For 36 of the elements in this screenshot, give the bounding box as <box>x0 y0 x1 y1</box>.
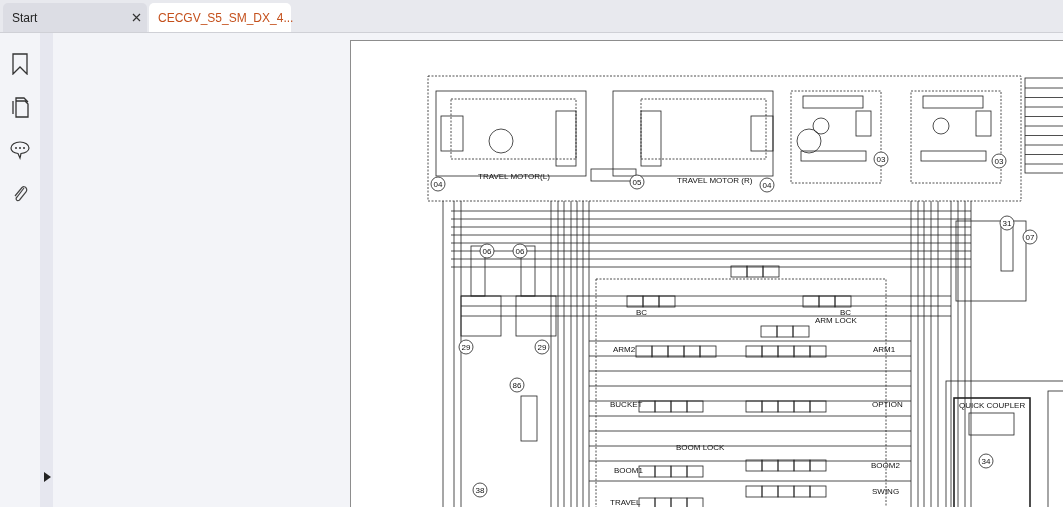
part-number-callout: 06 <box>512 243 528 259</box>
valve-label: ARM LOCK <box>815 316 857 325</box>
part-number-callout: 03 <box>991 153 1007 169</box>
part-number-callout: 34 <box>978 453 994 469</box>
comments-icon[interactable] <box>10 140 30 160</box>
part-number-callout: 04 <box>430 176 446 192</box>
part-number-callout: 07 <box>1022 229 1038 245</box>
valve-label: ARM2 <box>613 345 636 354</box>
part-number-callout: 86 <box>509 377 525 393</box>
part-number-callout: 38 <box>472 482 488 498</box>
part-number-callout: 29 <box>534 339 550 355</box>
document-tab[interactable]: Start <box>3 3 147 32</box>
part-number-callout: 03 <box>873 151 889 167</box>
part-number-callout: 05 <box>629 174 645 190</box>
close-icon[interactable] <box>132 13 141 22</box>
valve-label: BOOM2 <box>871 461 900 470</box>
expand-panel-icon[interactable] <box>44 472 51 482</box>
valve-label: BUCKET <box>610 400 643 409</box>
part-number-callout: 04 <box>759 177 775 193</box>
part-number-callout: 31 <box>999 215 1015 231</box>
motor-label: TRAVEL MOTOR(L) <box>478 172 550 181</box>
valve-label: BOOM1 <box>614 466 643 475</box>
motor-label: TRAVEL MOTOR (R) <box>677 176 753 185</box>
valve-label: OPTION <box>872 400 903 409</box>
coupler-title: QUICK COUPLER <box>959 401 1026 410</box>
valve-label: BOOM LOCK <box>676 443 725 452</box>
part-number-callout: 06 <box>479 243 495 259</box>
valve-label: TRAVEL <box>610 498 641 507</box>
valve-label: ARM1 <box>873 345 896 354</box>
pages-icon[interactable] <box>11 97 29 118</box>
part-number-callout: 29 <box>458 339 474 355</box>
document-tab[interactable]: CECGV_S5_SM_DX_4... <box>149 3 291 32</box>
valve-label: BC <box>636 308 648 317</box>
valve-label: SWING <box>872 487 900 496</box>
bookmark-icon[interactable] <box>12 53 28 75</box>
valve-label: BC <box>840 308 852 317</box>
